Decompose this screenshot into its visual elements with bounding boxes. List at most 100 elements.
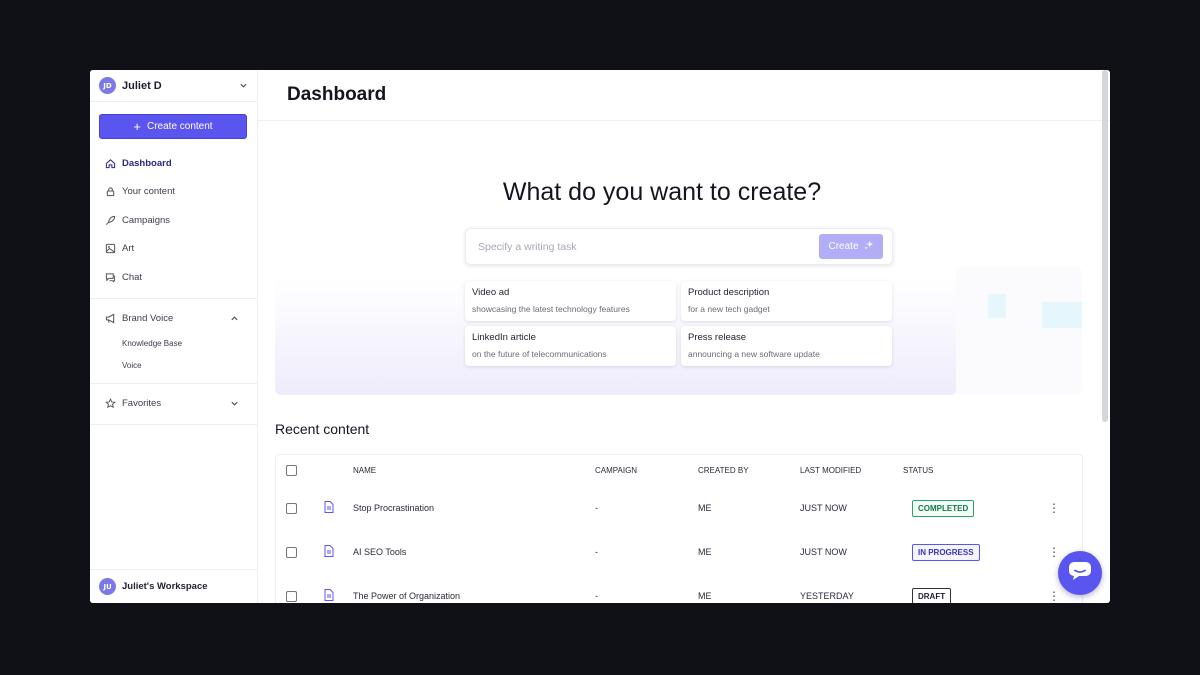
- sidebar-item-your-content[interactable]: Your content: [90, 178, 257, 207]
- sidebar-item-dashboard[interactable]: Dashboard: [90, 149, 257, 178]
- more-options-icon[interactable]: ⋮: [1048, 589, 1060, 603]
- main-content: Dashboard What do you want to create? Cr…: [258, 70, 1110, 603]
- row-name[interactable]: The Power of Organization: [353, 591, 460, 601]
- chevron-up-icon: [230, 314, 239, 323]
- star-icon: [105, 398, 116, 409]
- column-last-modified[interactable]: LAST MODIFIED: [800, 466, 861, 475]
- sidebar-item-label: Dashboard: [122, 157, 172, 169]
- recent-content-title: Recent content: [275, 421, 370, 437]
- page-title: Dashboard: [287, 84, 387, 105]
- page-header: Dashboard: [258, 70, 1110, 121]
- sidebar: JD Juliet D + Create content Dashboard Y…: [90, 70, 258, 603]
- rocket-icon: [105, 215, 116, 226]
- workspace-switcher[interactable]: JU Juliet's Workspace: [90, 569, 258, 603]
- row-checkbox[interactable]: [286, 502, 297, 514]
- row-campaign: -: [595, 503, 598, 513]
- document-icon: [324, 501, 334, 515]
- sidebar-item-campaigns[interactable]: Campaigns: [90, 206, 257, 235]
- sidebar-item-art[interactable]: Art: [90, 235, 257, 264]
- row-name[interactable]: AI SEO Tools: [353, 547, 406, 557]
- suggestion-card-press-release[interactable]: Press release announcing a new software …: [681, 326, 892, 366]
- recent-content-table: NAME CAMPAIGN CREATED BY LAST MODIFIED S…: [275, 454, 1083, 603]
- writing-task-input[interactable]: [478, 240, 819, 253]
- row-created-by: ME: [698, 503, 712, 513]
- table-header: NAME CAMPAIGN CREATED BY LAST MODIFIED S…: [276, 455, 1082, 485]
- status-badge: IN PROGRESS: [912, 544, 980, 561]
- suggestion-title: Press release: [688, 332, 747, 343]
- divider: [90, 297, 257, 299]
- lock-icon: [105, 186, 116, 197]
- table-row[interactable]: Stop Procrastination - ME JUST NOW COMPL…: [276, 486, 1082, 530]
- document-icon: [324, 589, 334, 603]
- sidebar-item-label: Campaigns: [122, 214, 171, 226]
- row-campaign: -: [595, 591, 598, 601]
- column-status[interactable]: STATUS: [903, 466, 933, 475]
- writing-task-box: Create: [465, 228, 893, 265]
- column-created-by[interactable]: CREATED BY: [698, 466, 749, 475]
- more-options-icon[interactable]: ⋮: [1048, 545, 1060, 559]
- row-created-by: ME: [698, 547, 712, 557]
- document-icon: [324, 545, 334, 559]
- scrollbar[interactable]: [1102, 70, 1108, 422]
- suggestion-card-video-ad[interactable]: Video ad showcasing the latest technolog…: [465, 281, 676, 321]
- suggestion-title: Video ad: [472, 287, 510, 298]
- suggestion-title: LinkedIn article: [472, 332, 536, 343]
- suggestion-title: Product description: [688, 287, 770, 298]
- favorites-label: Favorites: [122, 398, 162, 409]
- chevron-down-icon: [239, 81, 248, 90]
- sparkle-icon: [863, 240, 874, 253]
- brand-voice-section[interactable]: Brand Voice: [90, 305, 257, 333]
- row-last-modified: YESTERDAY: [800, 591, 854, 601]
- plus-icon: +: [133, 119, 141, 134]
- row-checkbox[interactable]: [286, 590, 297, 602]
- sidebar-item-chat[interactable]: Chat: [90, 263, 257, 292]
- row-last-modified: JUST NOW: [800, 503, 847, 513]
- chat-icon: [105, 272, 116, 283]
- suggestion-desc: on the future of telecommunications: [472, 349, 607, 359]
- sidebar-item-label: Chat: [122, 271, 143, 283]
- table-row[interactable]: AI SEO Tools - ME JUST NOW IN PROGRESS ⋮: [276, 530, 1082, 574]
- suggestion-card-linkedin-article[interactable]: LinkedIn article on the future of teleco…: [465, 326, 676, 366]
- create-button-label: Create: [828, 241, 859, 252]
- status-badge: COMPLETED: [912, 500, 975, 517]
- row-created-by: ME: [698, 591, 712, 601]
- row-name[interactable]: Stop Procrastination: [353, 503, 434, 513]
- row-last-modified: JUST NOW: [800, 547, 847, 557]
- image-icon: [105, 243, 116, 254]
- megaphone-icon: [105, 313, 116, 324]
- status-badge: DRAFT: [912, 588, 952, 603]
- user-menu[interactable]: JD Juliet D: [90, 70, 257, 102]
- suggestion-desc: for a new tech gadget: [688, 304, 770, 314]
- home-icon: [105, 158, 116, 169]
- hero-title: What do you want to create?: [502, 178, 822, 206]
- divider: [90, 382, 257, 384]
- sidebar-item-knowledge-base[interactable]: Knowledge Base: [90, 333, 257, 355]
- row-checkbox[interactable]: [286, 546, 297, 558]
- suggestion-desc: showcasing the latest technology feature…: [472, 304, 630, 314]
- sidebar-item-label: Art: [122, 243, 135, 255]
- decorative-illustration: [956, 267, 1082, 395]
- create-content-label: Create content: [146, 121, 213, 132]
- sidebar-item-label: Your content: [122, 186, 175, 198]
- app-window: JD Juliet D + Create content Dashboard Y…: [90, 70, 1110, 603]
- chevron-down-icon: [230, 399, 239, 408]
- user-name: Juliet D: [122, 79, 162, 92]
- brand-voice-label: Brand Voice: [122, 313, 174, 324]
- sidebar-item-voice[interactable]: Voice: [90, 355, 257, 377]
- row-campaign: -: [595, 547, 598, 557]
- suggestion-card-product-description[interactable]: Product description for a new tech gadge…: [681, 281, 892, 321]
- create-content-button[interactable]: + Create content: [99, 114, 247, 139]
- more-options-icon[interactable]: ⋮: [1048, 501, 1060, 515]
- chat-bubble-icon: [1068, 561, 1092, 586]
- select-all-checkbox[interactable]: [286, 464, 297, 476]
- create-button[interactable]: Create: [819, 234, 883, 259]
- column-name[interactable]: NAME: [353, 466, 376, 475]
- workspace-avatar: JU: [99, 578, 116, 595]
- suggestion-desc: announcing a new software update: [688, 349, 820, 359]
- favorites-section[interactable]: Favorites: [90, 390, 257, 418]
- table-row[interactable]: The Power of Organization - ME YESTERDAY…: [276, 574, 1082, 603]
- workspace-name: Juliet's Workspace: [122, 581, 208, 592]
- avatar: JD: [99, 77, 116, 94]
- column-campaign[interactable]: CAMPAIGN: [595, 466, 637, 475]
- chat-support-button[interactable]: [1058, 551, 1102, 595]
